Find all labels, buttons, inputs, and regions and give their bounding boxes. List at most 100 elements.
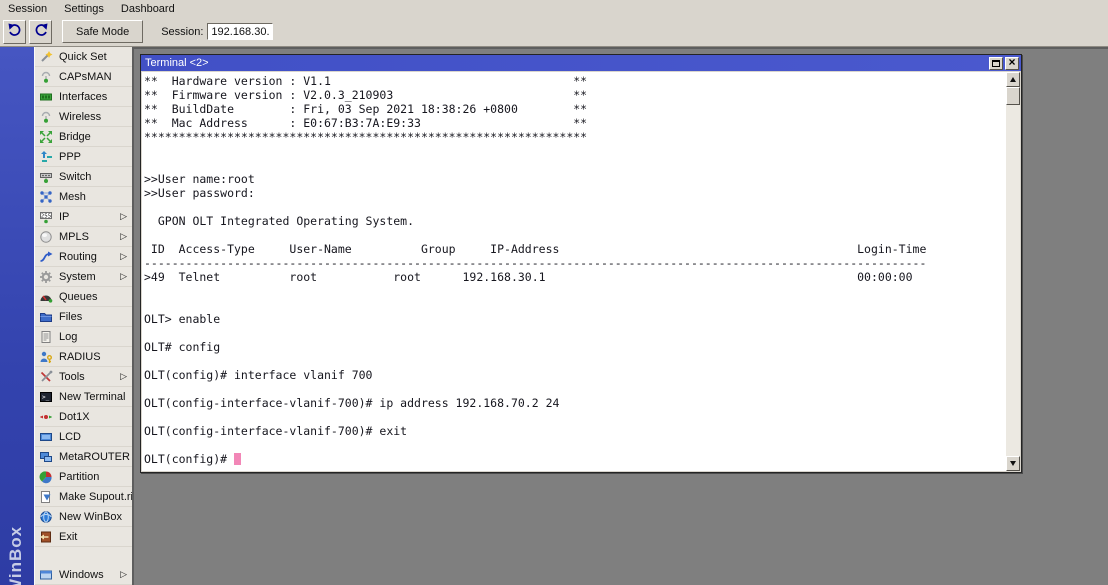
close-button[interactable]: ×: [1005, 55, 1019, 70]
ip-icon: 255: [39, 210, 53, 224]
sidebar-item-wireless[interactable]: Wireless: [35, 107, 132, 127]
sidebar-item-dot1x[interactable]: Dot1X: [35, 407, 132, 427]
session-label: Session:: [161, 25, 204, 38]
sidebar-item-new-winbox[interactable]: New WinBox: [35, 507, 132, 527]
interfaces-icon: [39, 90, 53, 104]
exit-icon: [39, 530, 53, 544]
redo-button[interactable]: [29, 19, 52, 44]
log-icon: [39, 330, 53, 344]
submenu-arrow-icon: ▷: [120, 569, 127, 580]
submenu-arrow-icon: ▷: [120, 371, 127, 382]
sidebar-item-log[interactable]: Log: [35, 327, 132, 347]
sidebar-item-metarouter[interactable]: MetaROUTER: [35, 447, 132, 467]
files-icon: [39, 310, 53, 324]
submenu-arrow-icon: ▷: [120, 271, 127, 282]
make-supout-icon: [39, 490, 53, 504]
sidebar-item-files[interactable]: Files: [35, 307, 132, 327]
sidebar-item-interfaces[interactable]: Interfaces: [35, 87, 132, 107]
sidebar-item-ip[interactable]: 255 IP ▷: [35, 207, 132, 227]
terminal-window: Terminal <2> × ** Hardware version : V1.…: [140, 54, 1022, 473]
sidebar-item-bridge[interactable]: Bridge: [35, 127, 132, 147]
ppp-icon: [39, 150, 53, 164]
sidebar-item-label: Partition: [59, 470, 100, 483]
terminal-titlebar[interactable]: Terminal <2> ×: [141, 55, 1021, 71]
sidebar-item-radius[interactable]: RADIUS: [35, 347, 132, 367]
sidebar-item-capsman[interactable]: CAPsMAN: [35, 67, 132, 87]
tools-icon: [39, 370, 53, 384]
sidebar-item-label: MetaROUTER: [59, 450, 130, 463]
queues-icon: [39, 290, 53, 304]
sidebar-item-partition[interactable]: Partition: [35, 467, 132, 487]
undo-arrow-icon: [7, 22, 23, 41]
sidebar-item-label: Interfaces: [59, 90, 108, 103]
new-terminal-icon: >_: [39, 390, 53, 404]
partition-icon: [39, 470, 53, 484]
submenu-arrow-icon: ▷: [120, 231, 127, 242]
new-winbox-icon: [39, 510, 53, 524]
sidebar-item-tools[interactable]: Tools ▷: [35, 367, 132, 387]
sidebar-item-label: Tools: [59, 370, 85, 383]
terminal-output-area[interactable]: ** Hardware version : V1.1 ** ** Firmwar…: [142, 72, 1020, 471]
menu-session[interactable]: Session: [8, 3, 47, 15]
sidebar-item-label: Routing: [59, 250, 97, 263]
redo-arrow-icon: [33, 22, 49, 41]
maximize-icon: [992, 59, 1000, 67]
terminal-cursor: [234, 453, 242, 465]
sidebar-item-label: Queues: [59, 290, 98, 303]
sidebar-item-mpls[interactable]: MPLS ▷: [35, 227, 132, 247]
svg-text:>_: >_: [42, 394, 50, 401]
terminal-scrollbar[interactable]: [1006, 72, 1020, 471]
mpls-icon: [39, 230, 53, 244]
sidebar-item-make-supout-rif[interactable]: Make Supout.rif: [35, 487, 132, 507]
bridge-icon: [39, 130, 53, 144]
svg-text:255: 255: [41, 213, 52, 219]
sidebar-item-lcd[interactable]: LCD: [35, 427, 132, 447]
capsman-icon: [39, 70, 53, 84]
lcd-icon: [39, 430, 53, 444]
window-title: Terminal <2>: [145, 56, 209, 69]
sidebar-item-label: New Terminal: [59, 390, 126, 403]
sidebar-item-quick-set[interactable]: Quick Set: [35, 47, 132, 67]
dot1x-icon: [39, 410, 53, 424]
menu-dashboard[interactable]: Dashboard: [121, 3, 175, 15]
sidebar-item-mesh[interactable]: Mesh: [35, 187, 132, 207]
sidebar-item-label: Windows: [59, 568, 104, 581]
sidebar-item-label: RADIUS: [59, 350, 101, 363]
sidebar-item-label: LCD: [59, 430, 82, 443]
terminal-prompt: OLT(config)#: [144, 452, 235, 466]
sidebar-menu: Quick Set CAPsMAN Interfaces Wireless Bridge…: [34, 47, 132, 585]
sidebar-item-label: New WinBox: [59, 510, 122, 523]
sidebar-item-new-terminal[interactable]: >_ New Terminal: [35, 387, 132, 407]
sidebar-item-routing[interactable]: Routing ▷: [35, 247, 132, 267]
toolbar: Safe Mode Session:: [0, 17, 1108, 47]
terminal-text: ** Hardware version : V1.1 ** ** Firmwar…: [142, 72, 1020, 466]
scrollbar-thumb[interactable]: [1006, 87, 1020, 105]
scroll-up-button[interactable]: [1006, 72, 1020, 87]
arrow-down-icon: [1010, 461, 1016, 466]
undo-button[interactable]: [3, 19, 26, 44]
sidebar-item-windows[interactable]: Windows ▷: [35, 565, 132, 585]
winbox-vertical-logo: WinBox: [6, 525, 25, 585]
sidebar-item-label: Mesh: [59, 190, 86, 203]
scroll-down-button[interactable]: [1006, 456, 1020, 471]
winbox-brand-strip: WinBox: [0, 47, 34, 585]
sidebar-item-queues[interactable]: Queues: [35, 287, 132, 307]
safe-mode-button[interactable]: Safe Mode: [62, 20, 144, 43]
sidebar-item-label: Log: [59, 330, 78, 343]
sidebar-item-ppp[interactable]: PPP: [35, 147, 132, 167]
sidebar-item-label: CAPsMAN: [59, 70, 112, 83]
sidebar-item-label: Wireless: [59, 110, 102, 123]
maximize-button[interactable]: [989, 56, 1003, 70]
sidebar-item-label: Files: [59, 310, 83, 323]
sidebar-item-label: Bridge: [59, 130, 91, 143]
sidebar-item-label: Quick Set: [59, 50, 107, 63]
sidebar-item-exit[interactable]: Exit: [35, 527, 132, 547]
close-icon: ×: [1008, 55, 1016, 69]
menu-settings[interactable]: Settings: [64, 3, 104, 15]
system-icon: [39, 270, 53, 284]
quick-set-icon: [39, 50, 53, 64]
sidebar-item-system[interactable]: System ▷: [35, 267, 132, 287]
session-input[interactable]: [207, 23, 274, 40]
sidebar-item-switch[interactable]: Switch: [35, 167, 132, 187]
